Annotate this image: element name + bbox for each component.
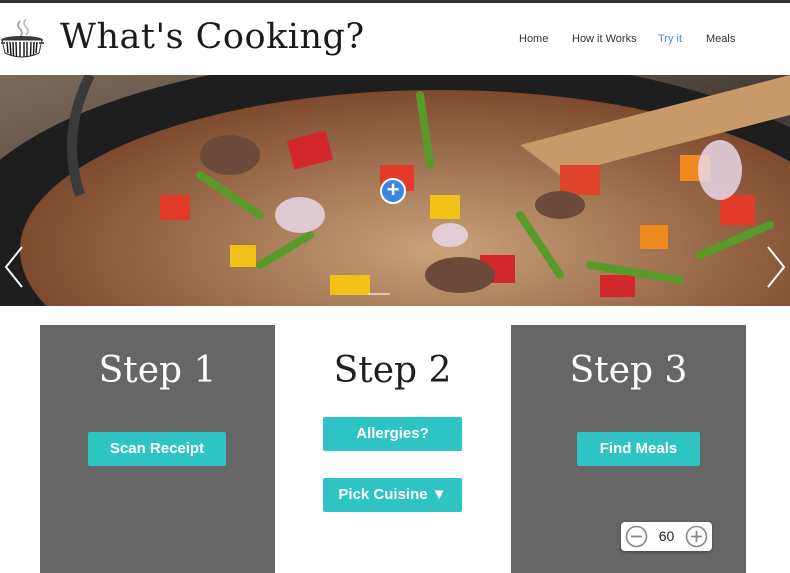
hero-carousel: + [0, 75, 790, 306]
allergies-button[interactable]: Allergies? [323, 417, 462, 451]
chevron-left-icon[interactable] [2, 245, 26, 289]
step-1-panel: Step 1 Scan Receipt [40, 325, 275, 573]
step-3-title: Step 3 [569, 350, 688, 391]
scan-receipt-button[interactable]: Scan Receipt [88, 432, 226, 466]
step-2-panel: Step 2 Allergies? Pick Cuisine ▼ [275, 325, 510, 573]
chevron-right-icon[interactable] [764, 245, 788, 289]
step-2-title: Step 2 [333, 350, 452, 391]
nav-how-it-works[interactable]: How it Works [572, 33, 637, 45]
steaming-pot-barcode-icon[interactable] [0, 17, 46, 63]
nav-try-it[interactable]: Try it [658, 33, 682, 45]
site-header: What's Cooking? Home How it Works Try it… [0, 3, 790, 75]
carousel-indicator[interactable] [368, 293, 390, 295]
nav-home[interactable]: Home [519, 33, 548, 45]
zoom-control: 60 [621, 522, 712, 551]
nav-meals[interactable]: Meals [706, 33, 735, 45]
zoom-in-icon[interactable] [684, 524, 709, 549]
plus-circle-icon[interactable]: + [380, 178, 406, 204]
pick-cuisine-dropdown[interactable]: Pick Cuisine ▼ [323, 478, 462, 512]
find-meals-button[interactable]: Find Meals [577, 432, 700, 466]
zoom-out-icon[interactable] [624, 524, 649, 549]
brand-title: What's Cooking? [60, 17, 365, 57]
zoom-value: 60 [658, 528, 675, 544]
step-1-title: Step 1 [98, 350, 217, 391]
